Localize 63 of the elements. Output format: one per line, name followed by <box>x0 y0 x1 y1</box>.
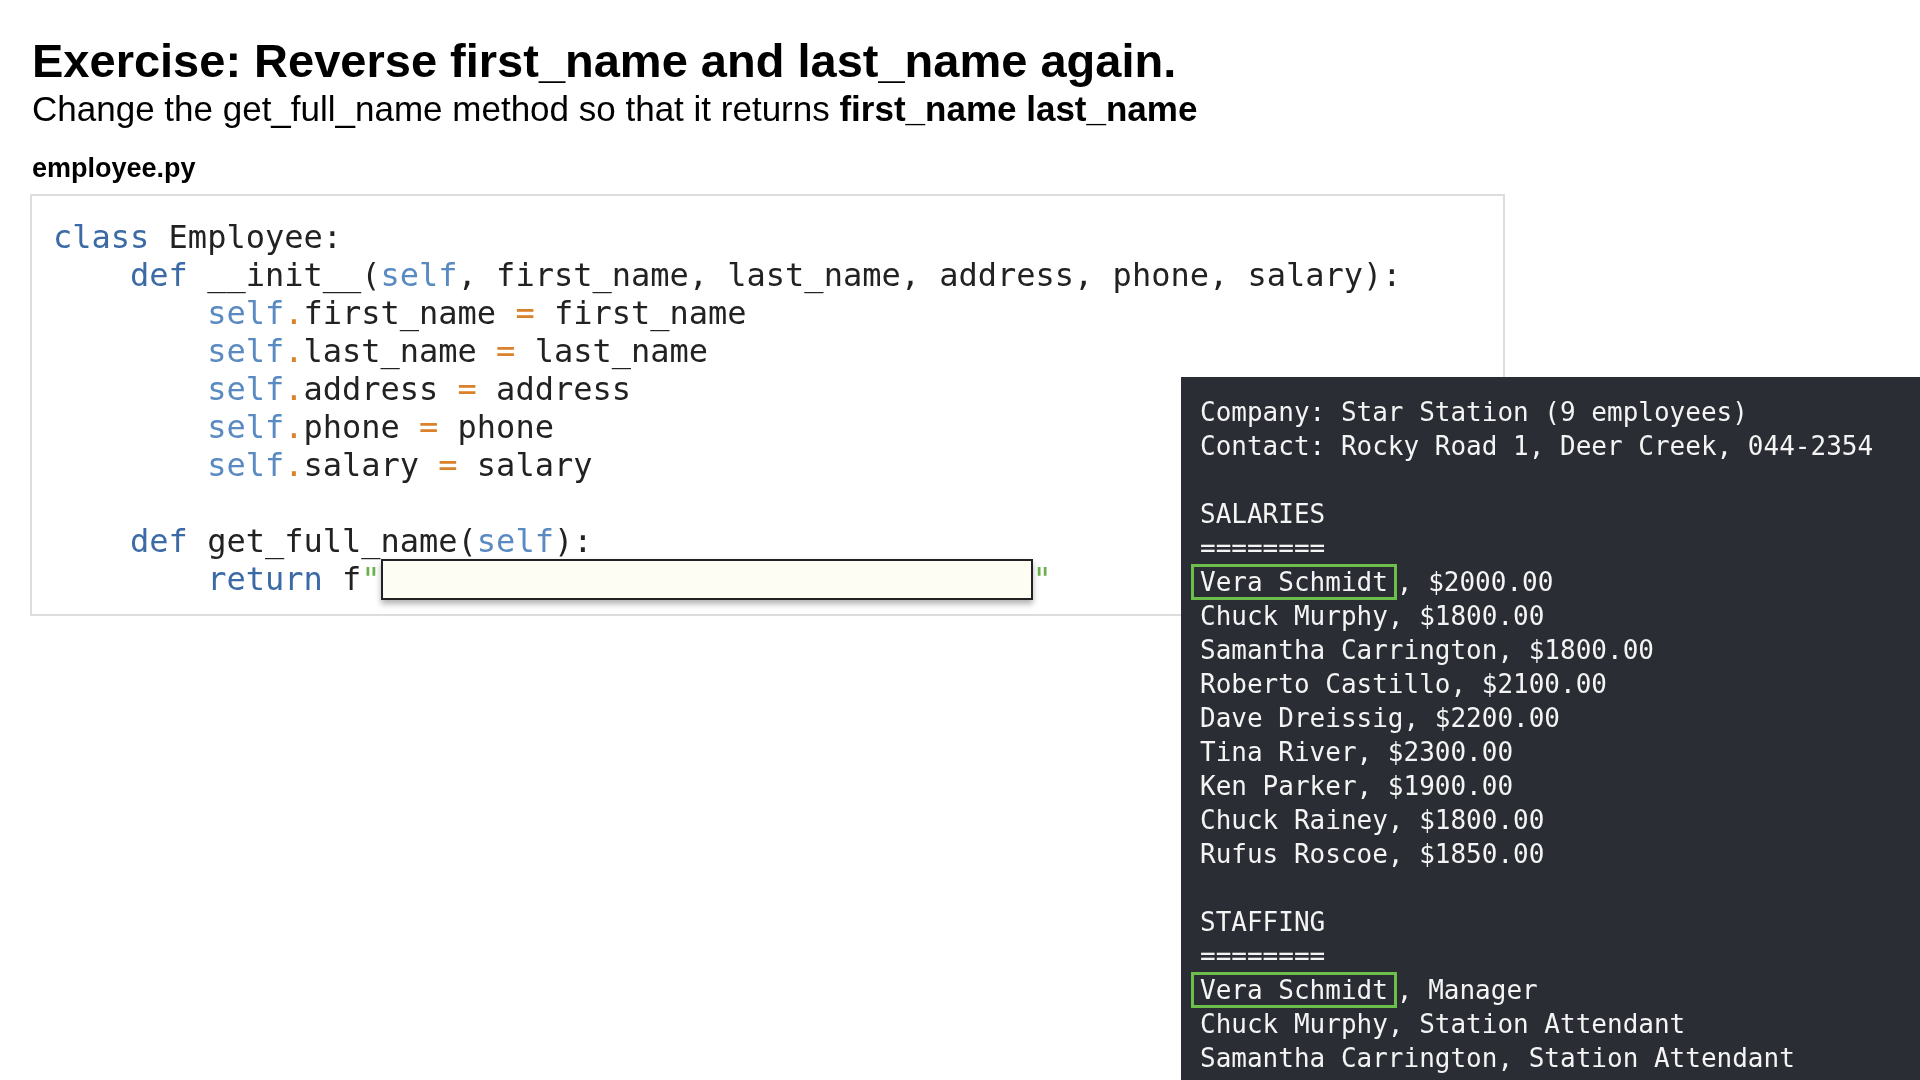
code-token: f <box>341 560 362 600</box>
output-text: ======== <box>1200 531 1326 565</box>
code-token: salary <box>475 445 593 486</box>
code-token: Employee: <box>167 217 342 258</box>
code-token: self <box>207 331 285 372</box>
highlighted-name: Vera Schmidt <box>1191 564 1397 600</box>
output-text: Tina River, $2300.00 <box>1200 735 1514 769</box>
code-token: last_name <box>533 332 709 372</box>
code-token: def <box>130 521 188 562</box>
output-text: Samantha Carrington, Station Attendant <box>1200 1041 1795 1075</box>
code-token: . <box>284 407 304 448</box>
code-token: phone <box>303 407 401 448</box>
output-text: Dave Dreissig, $2200.00 <box>1200 701 1561 735</box>
code-token: get_full_name( <box>206 521 477 562</box>
output-text: , $2000.00 <box>1396 565 1554 599</box>
code-token: self <box>207 294 285 334</box>
code-token: self <box>380 255 458 296</box>
code-token: __init__( <box>206 255 381 296</box>
code-token: address <box>495 370 631 410</box>
code-token: " <box>361 560 381 600</box>
code-token: self <box>207 407 285 448</box>
code-token: . <box>284 445 304 486</box>
code-token: return <box>207 560 323 600</box>
output-text: Rufus Roscoe, $1850.00 <box>1200 837 1545 871</box>
code-token: phone <box>456 407 554 448</box>
code-token: last_name <box>303 332 478 372</box>
code-token: " <box>1032 559 1052 600</box>
output-text: Chuck Murphy, $1800.00 <box>1200 599 1545 633</box>
code-token: = <box>515 294 535 334</box>
code-token: = <box>457 370 477 410</box>
code-token: = <box>419 407 439 448</box>
output-text: Contact: Rocky Road 1, Deer Creek, 044-2354 <box>1200 429 1874 463</box>
output-text: Roberto Castillo, $2100.00 <box>1200 667 1607 701</box>
output-text: Chuck Murphy, Station Attendant <box>1200 1007 1686 1041</box>
exercise-heading: Exercise: Reverse first_name and last_name again. <box>32 34 1177 88</box>
exercise-instruction: Change the get_full_name method so that it returns first_name last_name <box>32 88 1198 130</box>
answer-field[interactable] <box>380 558 1033 600</box>
highlighted-name: Vera Schmidt <box>1191 972 1397 1008</box>
code-token: = <box>438 445 458 486</box>
code-token: . <box>284 331 304 372</box>
code-token: self <box>207 369 285 410</box>
output-text: Company: Star Station (9 employees) <box>1200 395 1748 429</box>
code-token: salary <box>303 445 421 486</box>
output-text: STAFFING <box>1200 905 1326 939</box>
code-token: , first_name, last_name, address, phone, salary): <box>457 255 1402 296</box>
code-token: ): <box>553 521 593 562</box>
code-token: self <box>476 521 554 562</box>
code-token: = <box>496 331 516 372</box>
output-text: SALARIES <box>1200 497 1326 531</box>
code-token: . <box>284 294 304 334</box>
code-token: address <box>303 370 440 410</box>
file-name: employee.py <box>32 152 196 184</box>
output-text: Samantha Carrington, $1800.00 <box>1200 633 1654 667</box>
code-token: class <box>53 217 150 258</box>
output-text: ======== <box>1200 939 1326 973</box>
output-text: Ken Parker, $1900.00 <box>1200 769 1514 803</box>
code-token: first_name <box>303 294 498 334</box>
code-token: . <box>284 369 304 410</box>
code-token: first_name <box>552 294 747 334</box>
code-token: def <box>130 255 188 296</box>
output-text: Chuck Rainey, $1800.00 <box>1200 803 1545 837</box>
output-text: , Manager <box>1396 973 1538 1007</box>
code-token: self <box>207 445 285 486</box>
